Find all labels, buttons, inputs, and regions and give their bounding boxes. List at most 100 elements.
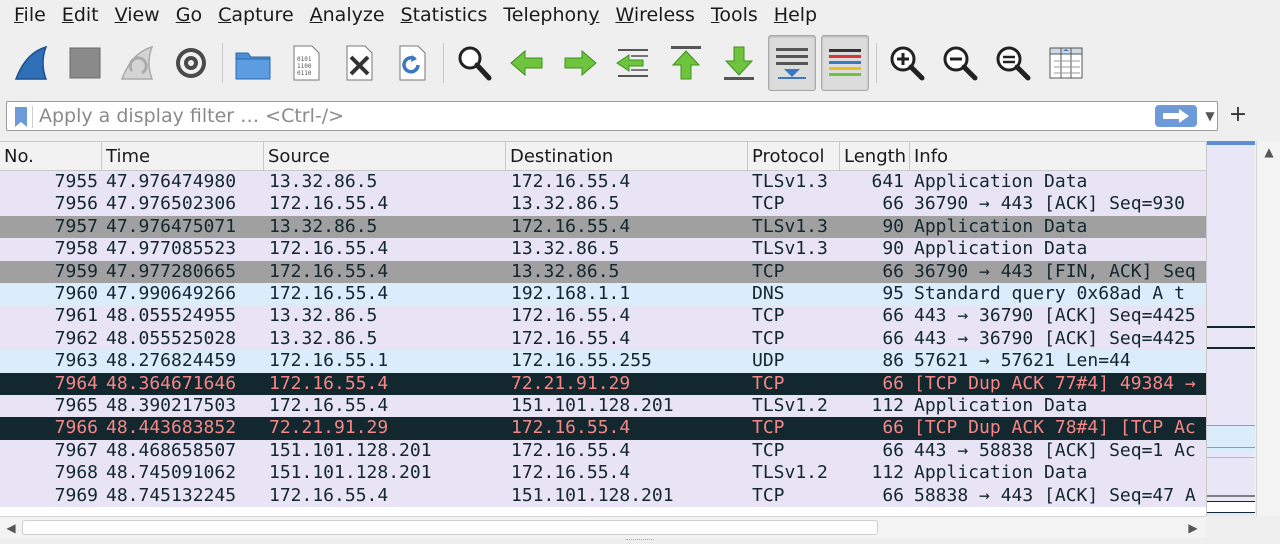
go-last-packet-button[interactable] [715,35,763,91]
table-row[interactable]: 7962 48.055525028 13.32.86.5 172.16.55.4 TCP… [0,327,1206,351]
packet-destination: 172.16.55.4 [511,215,631,237]
packet-length: 66 [882,372,904,394]
menu-capture[interactable]: Capture [210,0,302,30]
menu-go[interactable]: Go [168,0,210,30]
start-capture-button[interactable] [8,35,56,91]
packet-destination: 172.16.55.255 [511,350,652,372]
packet-number: 7956 [54,193,98,215]
toolbar-separator [222,43,223,83]
menu-statistics[interactable]: Statistics [393,0,496,30]
apply-filter-button[interactable] [1155,105,1197,127]
packet-info: Standard query 0x68ad A t [914,283,1185,304]
go-first-packet-button[interactable] [662,35,710,91]
column-header-info[interactable]: Info [910,142,1206,171]
packet-length: 112 [871,462,904,484]
zoom-in-button[interactable] [883,35,931,91]
zoom-normal-icon [996,46,1031,81]
table-row[interactable]: 7958 47.977085523 172.16.55.4 13.32.86.5 TLS… [0,238,1206,261]
find-packet-button[interactable] [450,35,498,91]
packet-info: 36790 → 443 [FIN, ACK] Seq [914,260,1196,282]
table-row[interactable]: 7967 48.468658507 151.101.128.201 172.16.55… [0,439,1206,463]
packet-destination: 172.16.55.4 [511,462,631,484]
table-row[interactable]: 7964 48.364671646 172.16.55.4 72.21.91.29 TC… [0,372,1206,395]
go-forward-button[interactable] [556,35,604,91]
open-file-button[interactable] [229,35,277,91]
table-row[interactable]: 7960 47.990649266 172.16.55.4 192.168.1.1 DN… [0,283,1206,306]
packet-time: 47.977085523 [106,238,237,260]
menu-wireless[interactable]: Wireless [607,0,703,30]
arrow-right-icon [1163,109,1189,123]
table-row[interactable]: 7965 48.390217503 172.16.55.4 151.101.128.2… [0,395,1206,418]
close-file-button[interactable] [335,35,383,91]
packet-length: 66 [882,484,904,506]
column-header-length[interactable]: Length [840,142,910,171]
reload-file-button[interactable] [388,35,436,91]
packet-number: 7967 [54,439,98,461]
table-row[interactable]: 7955 47.976474980 13.32.86.5 172.16.55.4 TLS… [0,171,1206,194]
column-header-protocol[interactable]: Protocol [748,142,840,171]
menu-analyze[interactable]: Analyze [302,0,393,30]
main-toolbar: 0101 1100 0110 [0,31,1280,95]
menu-help[interactable]: Help [766,0,825,30]
menu-file[interactable]: File [6,0,54,30]
stop-capture-button[interactable] [61,35,109,91]
menu-edit[interactable]: Edit [54,0,107,30]
table-row[interactable]: 7968 48.745091062 151.101.128.201 172.16.55… [0,462,1206,485]
packet-minimap[interactable] [1206,141,1255,516]
minimap-marker [1207,141,1255,145]
chevron-left-icon: ◀ [6,521,16,535]
packet-protocol: TCP [752,260,785,282]
zoom-normal-button[interactable] [989,35,1037,91]
capture-options-button[interactable] [167,35,215,91]
packet-length: 66 [882,260,904,282]
menu-tools[interactable]: Tools [703,0,766,30]
display-filter-input[interactable] [39,104,1139,128]
packet-source: 172.16.55.4 [269,484,389,506]
resize-columns-button[interactable] [1042,35,1090,91]
horizontal-scroll-thumb[interactable] [22,520,878,535]
packet-source: 13.32.86.5 [269,327,378,349]
packet-time: 47.976475071 [106,215,237,237]
zoom-out-button[interactable] [936,35,984,91]
packet-protocol: TCP [752,372,785,394]
column-header-source[interactable]: Source [264,142,506,171]
menu-telephony[interactable]: Telephony [495,0,607,30]
packet-protocol: TLSv1.3 [752,215,828,237]
menu-view[interactable]: View [107,0,168,30]
packet-protocol: DNS [752,283,785,304]
column-header-destination[interactable]: Destination [506,142,748,171]
table-row[interactable]: 7959 47.977280665 172.16.55.4 13.32.86.5 TCP… [0,260,1206,283]
filter-history-dropdown[interactable]: ▼ [1203,104,1217,128]
restart-capture-button[interactable] [114,35,162,91]
add-filter-button[interactable]: + [1226,100,1250,130]
packet-length: 90 [882,215,904,237]
pane-splitter[interactable] [0,538,1280,544]
table-row[interactable]: 7956 47.976502306 172.16.55.4 13.32.86.5 TCP… [0,193,1206,216]
column-header-time[interactable]: Time [102,142,264,171]
packet-destination: 151.101.128.201 [511,484,674,506]
packet-length: 66 [882,439,904,461]
go-back-button[interactable] [503,35,551,91]
scroll-left-button[interactable]: ◀ [0,517,22,539]
table-row[interactable]: 7969 48.745132245 172.16.55.4 151.101.128.2… [0,484,1206,507]
column-header-no[interactable]: No. [0,142,102,171]
packet-destination: 172.16.55.4 [511,439,631,461]
filter-bookmark-button[interactable] [11,106,33,128]
packet-info: 443 → 36790 [ACK] Seq=4425 [914,305,1196,327]
go-to-packet-button[interactable] [609,35,657,91]
chevron-down-icon: ▼ [1205,109,1215,123]
scroll-right-button[interactable]: ▶ [1182,517,1204,539]
vertical-scrollbar[interactable]: ▲ [1256,141,1280,516]
table-row[interactable]: 7963 48.276824459 172.16.55.1 172.16.55.255… [0,350,1206,373]
packet-time: 48.745132245 [106,484,237,506]
file-set-button[interactable]: 0101 1100 0110 [282,35,330,91]
packet-length: 641 [871,171,904,192]
table-row[interactable]: 7957 47.976475071 13.32.86.5 172.16.55.4 TLS… [0,215,1206,239]
table-row[interactable]: 7966 48.443683852 72.21.91.29 172.16.55.4 TC… [0,417,1206,440]
packet-source: 172.16.55.1 [269,350,389,372]
autoscroll-button[interactable] [768,35,816,91]
horizontal-scrollbar[interactable]: ◀ ▶ [0,516,1206,538]
table-row[interactable]: 7961 48.055524955 13.32.86.5 172.16.55.4 TCP… [0,305,1206,328]
scroll-up-button[interactable]: ▲ [1257,141,1280,163]
colorize-button[interactable] [821,35,869,91]
